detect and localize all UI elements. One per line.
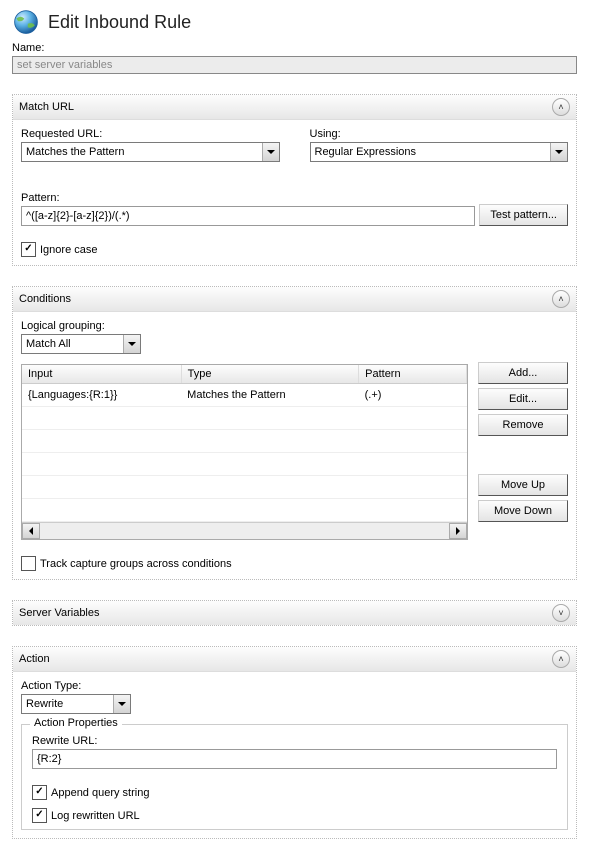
dropdown-arrow-icon	[262, 143, 279, 161]
scroll-left-arrow-icon[interactable]	[22, 523, 40, 539]
pattern-input[interactable]	[21, 206, 475, 226]
remove-button[interactable]: Remove	[478, 414, 568, 436]
dropdown-arrow-icon	[123, 335, 140, 353]
grouping-label: Logical grouping:	[21, 320, 568, 332]
append-query-checkbox[interactable]	[32, 785, 47, 800]
using-select[interactable]: Regular Expressions	[310, 142, 569, 162]
rewrite-url-label: Rewrite URL:	[32, 735, 557, 747]
action-type-select[interactable]: Rewrite	[21, 694, 131, 714]
table-row	[22, 499, 467, 522]
collapse-match-url-button[interactable]: ˄	[552, 98, 570, 116]
panel-title-conditions: Conditions	[19, 293, 71, 305]
action-type-value: Rewrite	[26, 698, 63, 710]
track-groups-checkbox[interactable]	[21, 556, 36, 571]
edit-button[interactable]: Edit...	[478, 388, 568, 410]
ignore-case-label: Ignore case	[40, 244, 97, 256]
cell-input: {Languages:{R:1}}	[22, 384, 181, 407]
panel-server-variables: Server Variables ˅	[12, 600, 577, 626]
dropdown-arrow-icon	[550, 143, 567, 161]
page-title: Edit Inbound Rule	[48, 12, 191, 33]
col-header-input[interactable]: Input	[22, 365, 181, 384]
chevron-up-icon: ˄	[558, 294, 563, 304]
add-button[interactable]: Add...	[478, 362, 568, 384]
collapse-action-button[interactable]: ˄	[552, 650, 570, 668]
panel-action: Action ˄ Action Type: Rewrite Action Pro…	[12, 646, 577, 839]
test-pattern-button[interactable]: Test pattern...	[479, 204, 568, 226]
grouping-select[interactable]: Match All	[21, 334, 141, 354]
ignore-case-checkbox[interactable]	[21, 242, 36, 257]
log-rewritten-checkbox[interactable]	[32, 808, 47, 823]
requested-url-label: Requested URL:	[21, 128, 280, 140]
horizontal-scrollbar[interactable]	[22, 522, 467, 539]
chevron-up-icon: ˄	[558, 102, 563, 112]
dropdown-arrow-icon	[113, 695, 130, 713]
log-rewritten-label: Log rewritten URL	[51, 810, 140, 822]
table-row	[22, 407, 467, 430]
move-down-button[interactable]: Move Down	[478, 500, 568, 522]
col-header-pattern[interactable]: Pattern	[359, 365, 467, 384]
table-row	[22, 430, 467, 453]
track-groups-label: Track capture groups across conditions	[40, 558, 232, 570]
table-row	[22, 453, 467, 476]
panel-title-action: Action	[19, 653, 50, 665]
globe-icon	[12, 8, 40, 36]
action-properties-legend: Action Properties	[30, 717, 122, 729]
chevron-down-icon: ˅	[558, 608, 563, 618]
rewrite-url-input[interactable]	[32, 749, 557, 769]
move-up-button[interactable]: Move Up	[478, 474, 568, 496]
collapse-conditions-button[interactable]: ˄	[552, 290, 570, 308]
requested-url-select[interactable]: Matches the Pattern	[21, 142, 280, 162]
action-properties-fieldset: Action Properties Rewrite URL: Append qu…	[21, 724, 568, 830]
action-type-label: Action Type:	[21, 680, 568, 692]
expand-server-vars-button[interactable]: ˅	[552, 604, 570, 622]
panel-match-url: Match URL ˄ Requested URL: Matches the P…	[12, 94, 577, 266]
cell-pattern: (.+)	[359, 384, 467, 407]
panel-title-match-url: Match URL	[19, 101, 74, 113]
using-value: Regular Expressions	[315, 146, 417, 158]
requested-url-value: Matches the Pattern	[26, 146, 124, 158]
name-label: Name:	[12, 42, 577, 54]
table-row	[22, 476, 467, 499]
conditions-table[interactable]: Input Type Pattern {Languages:{R:1}} Mat…	[21, 364, 468, 540]
chevron-up-icon: ˄	[558, 654, 563, 664]
scroll-right-arrow-icon[interactable]	[449, 523, 467, 539]
panel-conditions: Conditions ˄ Logical grouping: Match All	[12, 286, 577, 580]
pattern-label: Pattern:	[21, 192, 475, 204]
col-header-type[interactable]: Type	[181, 365, 358, 384]
append-query-label: Append query string	[51, 787, 149, 799]
using-label: Using:	[310, 128, 569, 140]
name-field[interactable]	[12, 56, 577, 74]
panel-title-server-vars: Server Variables	[19, 607, 100, 619]
table-row[interactable]: {Languages:{R:1}} Matches the Pattern (.…	[22, 384, 467, 407]
grouping-value: Match All	[26, 338, 71, 350]
cell-type: Matches the Pattern	[181, 384, 358, 407]
